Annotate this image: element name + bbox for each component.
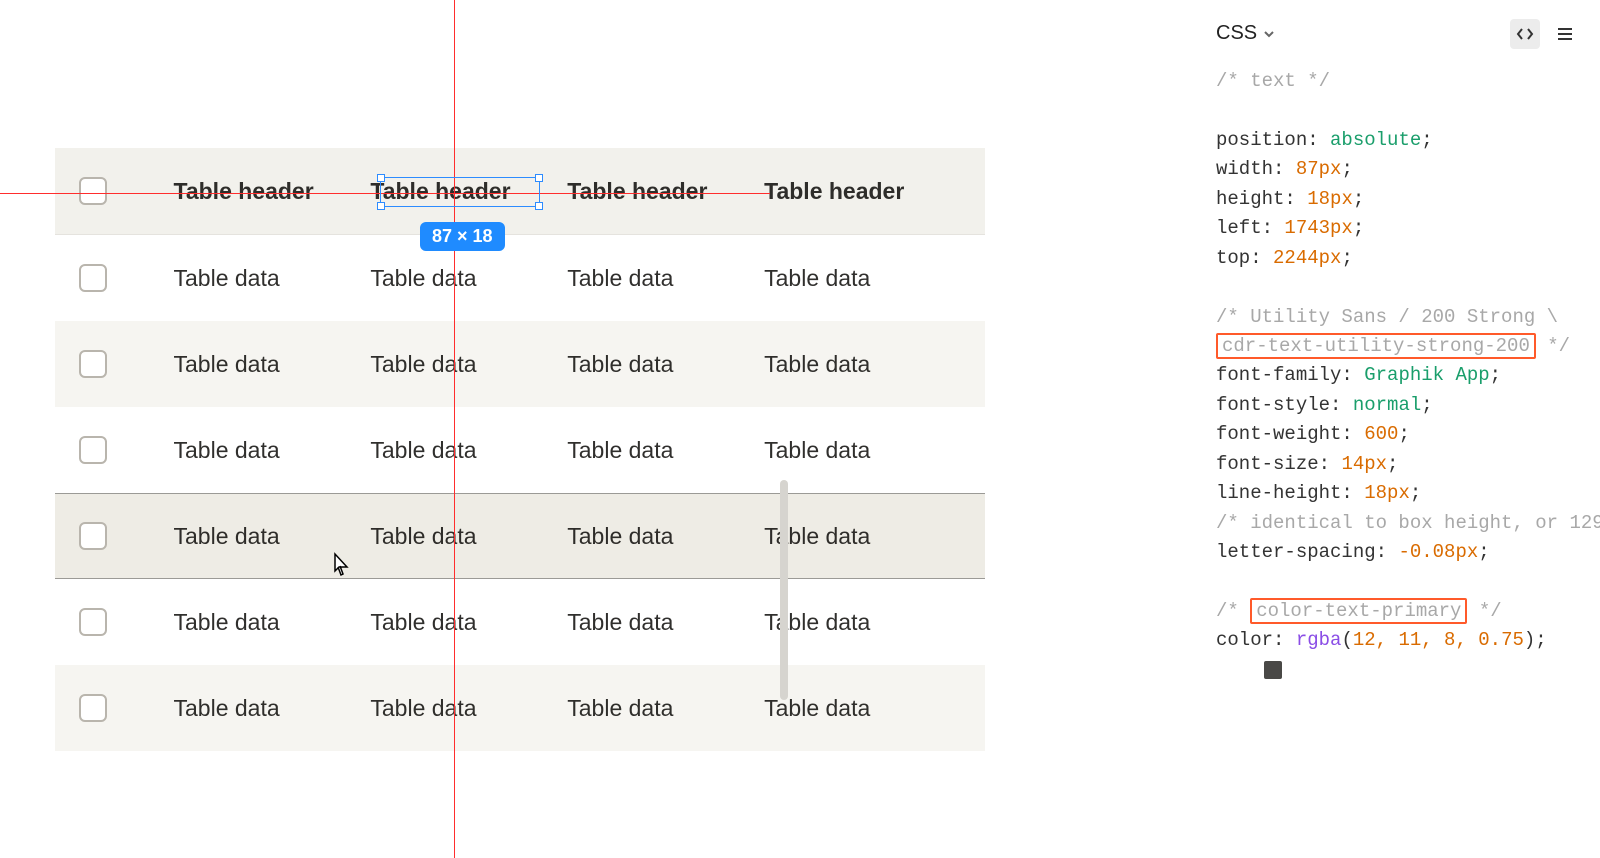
table-header-cell[interactable]: Table header xyxy=(567,178,764,205)
code-icon xyxy=(1516,25,1534,43)
design-token-highlight: cdr-text-utility-strong-200 xyxy=(1216,333,1536,359)
table-cell: Table data xyxy=(567,265,764,292)
table-cell: Table data xyxy=(567,351,764,378)
code-comment: /* text */ xyxy=(1216,70,1330,92)
table-cell: Table data xyxy=(174,351,371,378)
table-cell: Table data xyxy=(174,609,371,636)
chevron-down-icon xyxy=(1263,28,1275,40)
table-cell: Table data xyxy=(174,523,371,550)
settings-button[interactable] xyxy=(1550,19,1580,49)
table-header-cell[interactable]: Table header xyxy=(764,178,961,205)
table-header-row: Table header Table header Table header T… xyxy=(55,148,985,234)
menu-icon xyxy=(1556,25,1574,43)
inspect-panel: CSS /* text */ position: absolute; width… xyxy=(1196,0,1600,858)
table-cell: Table data xyxy=(370,351,567,378)
alignment-guide-horizontal xyxy=(0,193,770,194)
code-mode-dropdown[interactable]: CSS xyxy=(1216,18,1275,49)
table-cell: Table data xyxy=(764,351,961,378)
checkbox[interactable] xyxy=(79,522,107,550)
table-cell: Table data xyxy=(174,437,371,464)
example-table: Table header Table header Table header T… xyxy=(55,148,985,751)
code-view-button[interactable] xyxy=(1510,19,1540,49)
dimensions-badge: 87 × 18 xyxy=(420,222,505,251)
table-cell: Table data xyxy=(370,609,567,636)
table-cell: Table data xyxy=(174,695,371,722)
color-swatch[interactable] xyxy=(1264,661,1282,679)
table-cell: Table data xyxy=(567,523,764,550)
checkbox[interactable] xyxy=(79,264,107,292)
table-cell: Table data xyxy=(370,265,567,292)
table-cell: Table data xyxy=(764,695,961,722)
table-row[interactable]: Table data Table data Table data Table d… xyxy=(55,579,985,665)
table-row[interactable]: Table data Table data Table data Table d… xyxy=(55,235,985,321)
table-cell: Table data xyxy=(764,609,961,636)
css-code-block[interactable]: /* text */ position: absolute; width: 87… xyxy=(1216,67,1580,685)
checkbox[interactable] xyxy=(79,694,107,722)
table-cell: Table data xyxy=(174,265,371,292)
table-cell: Table data xyxy=(764,265,961,292)
table-cell: Table data xyxy=(567,695,764,722)
code-mode-label: CSS xyxy=(1216,18,1257,49)
scrollbar[interactable] xyxy=(780,480,788,700)
table-header-cell[interactable]: Table header xyxy=(174,178,371,205)
table-header-cell[interactable]: Table header xyxy=(370,178,567,205)
table-cell: Table data xyxy=(370,523,567,550)
alignment-guide-vertical xyxy=(454,0,455,858)
design-token-highlight: color-text-primary xyxy=(1250,598,1467,624)
table-row[interactable]: Table data Table data Table data Table d… xyxy=(55,407,985,493)
table-cell: Table data xyxy=(567,609,764,636)
table-cell: Table data xyxy=(764,523,961,550)
table-cell: Table data xyxy=(764,437,961,464)
checkbox[interactable] xyxy=(79,177,107,205)
table-cell: Table data xyxy=(567,437,764,464)
table-cell: Table data xyxy=(370,695,567,722)
table-row-hovered[interactable]: Table data Table data Table data Table d… xyxy=(55,493,985,579)
checkbox[interactable] xyxy=(79,350,107,378)
table-row[interactable]: Table data Table data Table data Table d… xyxy=(55,321,985,407)
table-cell: Table data xyxy=(370,437,567,464)
design-canvas[interactable]: Table header Table header Table header T… xyxy=(0,0,1200,858)
table-row[interactable]: Table data Table data Table data Table d… xyxy=(55,665,985,751)
checkbox[interactable] xyxy=(79,608,107,636)
checkbox[interactable] xyxy=(79,436,107,464)
